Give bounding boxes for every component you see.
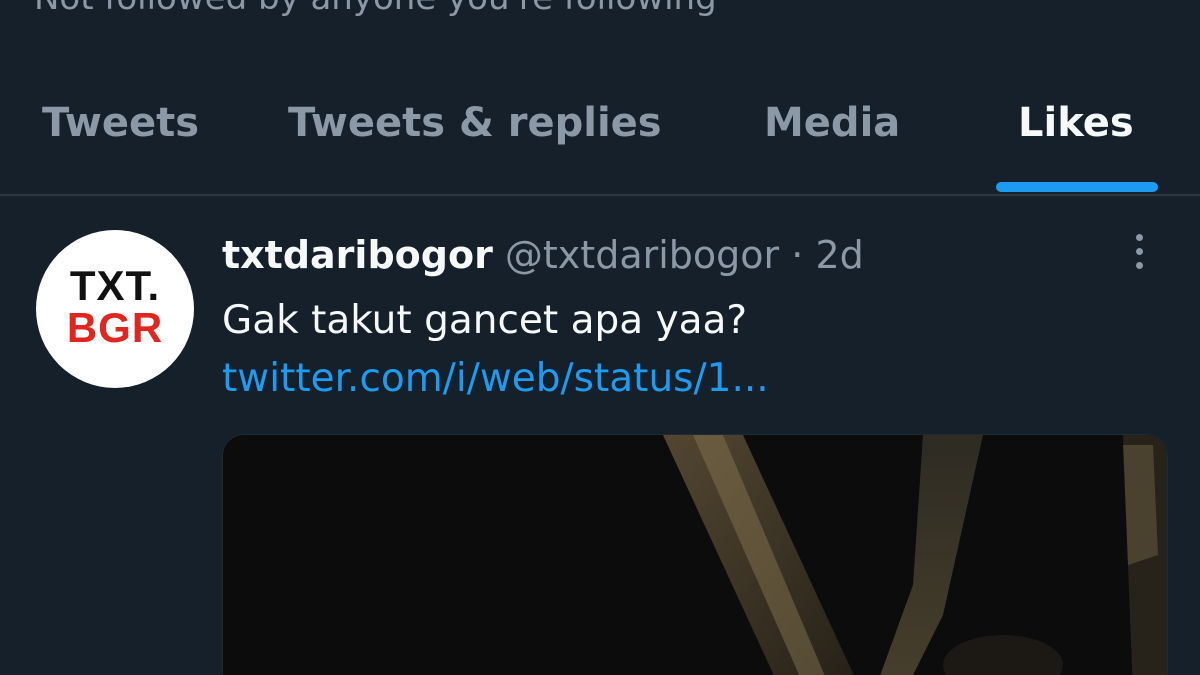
tweet-media[interactable]: [222, 434, 1168, 675]
tweet-header: txtdaribogor @txtdaribogor · 2d: [222, 230, 864, 280]
tab-tweets-replies[interactable]: Tweets & replies: [288, 100, 662, 146]
tab-tweets[interactable]: Tweets: [42, 100, 199, 146]
author-name[interactable]: txtdaribogor: [222, 233, 493, 277]
more-vertical-icon[interactable]: [1122, 232, 1156, 272]
avatar-logo-text-top: TXT.: [69, 262, 161, 309]
header-separator: ·: [791, 233, 804, 277]
avatar[interactable]: TXT. BGR: [36, 230, 194, 388]
tweet-link[interactable]: twitter.com/i/web/status/1...: [222, 356, 769, 401]
tweet-time[interactable]: 2d: [815, 233, 863, 277]
tweet[interactable]: TXT. BGR txtdaribogor @txtdaribogor · 2d…: [0, 196, 1200, 675]
profile-tabs: Tweets Tweets & replies Media Likes: [0, 82, 1200, 196]
tweet-body: Gak takut gancet apa yaa?: [222, 298, 748, 343]
tweet-text: Gak takut gancet apa yaa? twitter.com/i/…: [222, 292, 1172, 408]
followed-by-note: Not followed by anyone you're following: [34, 0, 717, 18]
author-handle[interactable]: @txtdaribogor: [505, 233, 779, 277]
active-tab-indicator: [996, 182, 1158, 192]
avatar-logo-text-bottom: BGR: [66, 304, 164, 351]
media-image: [223, 435, 1167, 675]
tab-media[interactable]: Media: [764, 100, 900, 146]
tab-likes[interactable]: Likes: [1018, 100, 1134, 146]
